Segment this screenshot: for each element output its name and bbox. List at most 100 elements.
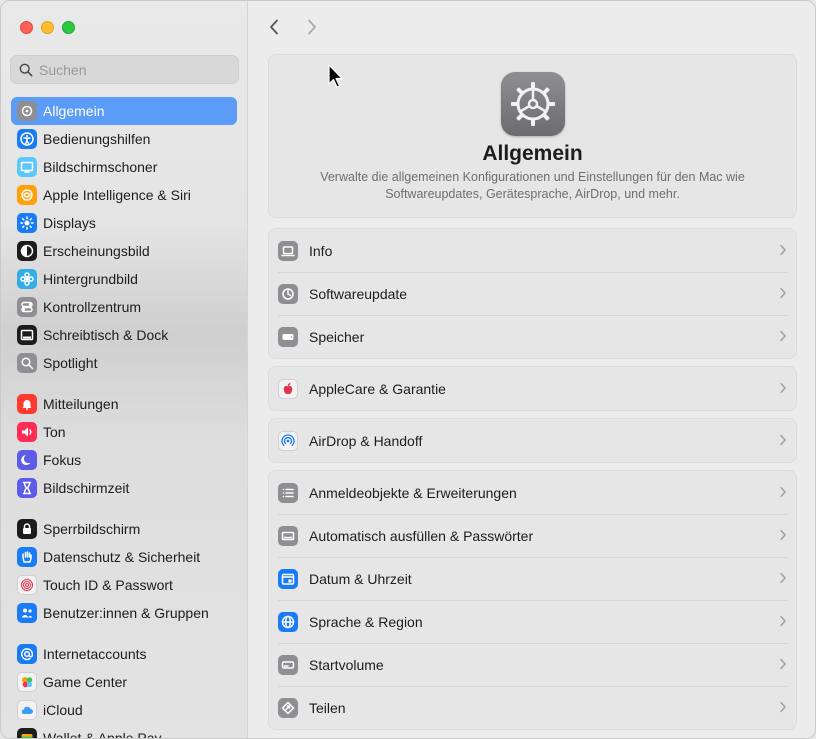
sidebar-item-mitteilungen[interactable]: Mitteilungen — [11, 390, 237, 418]
sidebar-item-game-center[interactable]: Game Center — [11, 668, 237, 696]
sidebar-item-fokus[interactable]: Fokus — [11, 446, 237, 474]
sidebar-item-label: Kontrollzentrum — [43, 299, 142, 315]
search-field[interactable] — [10, 55, 239, 84]
settings-window: Allgemein Bedienungshilfen Bildschirmschon… — [0, 0, 816, 739]
sidebar-item-sperrbildschirm[interactable]: Sperrbildschirm — [11, 515, 237, 543]
settings-row-label: Teilen — [309, 699, 346, 716]
globe-icon — [278, 611, 298, 632]
bell-icon — [17, 394, 37, 414]
calendar-clock-icon — [278, 568, 298, 589]
sidebar-item-schreibtisch-dock[interactable]: Schreibtisch & Dock — [11, 321, 237, 349]
lock-icon — [17, 519, 37, 539]
sidebar-item-ton[interactable]: Ton — [11, 418, 237, 446]
settings-row-startvolume[interactable]: Startvolume — [269, 643, 796, 686]
sidebar-item-label: Displays — [43, 215, 96, 231]
dock-icon — [17, 325, 37, 345]
sidebar-item-label: Touch ID & Passwort — [43, 577, 173, 593]
gear-icon — [500, 72, 565, 136]
sidebar-section-gap — [11, 377, 237, 390]
sidebar-item-apple-intelligence-siri[interactable]: Apple Intelligence & Siri — [11, 181, 237, 209]
chevron-right-icon — [780, 615, 786, 627]
sidebar-item-label: Apple Intelligence & Siri — [43, 187, 191, 203]
settings-row-airdrop-handoff[interactable]: AirDrop & Handoff — [269, 419, 796, 462]
chevron-right-icon — [780, 658, 786, 670]
spotlight-icon — [17, 353, 37, 373]
toolbar — [266, 15, 320, 39]
settings-row-label: AppleCare & Garantie — [309, 380, 446, 397]
chevron-right-icon — [780, 572, 786, 584]
sidebar-item-touch-id-passwort[interactable]: Touch ID & Passwort — [11, 571, 237, 599]
settings-row-speicher[interactable]: Speicher — [269, 315, 796, 358]
sidebar-item-hintergrundbild[interactable]: Hintergrundbild — [11, 265, 237, 293]
search-input[interactable] — [39, 61, 219, 78]
toggles-icon — [17, 297, 37, 317]
settings-row-label: Datum & Uhrzeit — [309, 570, 412, 587]
accessibility-icon — [17, 129, 37, 149]
sidebar-section-gap — [11, 502, 237, 515]
traffic-lights — [20, 21, 75, 34]
hero-panel: Allgemein Verwalte die allgemeinen Konfi… — [268, 54, 797, 218]
sidebar-item-erscheinungsbild[interactable]: Erscheinungsbild — [11, 237, 237, 265]
share-icon — [278, 697, 298, 718]
sidebar-item-label: Datenschutz & Sicherheit — [43, 549, 201, 565]
sidebar-item-label: iCloud — [43, 702, 83, 718]
sidebar-item-label: Bedienungshilfen — [43, 131, 151, 147]
wallet-icon — [17, 728, 37, 738]
sidebar-item-label: Erscheinungsbild — [43, 243, 150, 259]
sidebar-item-label: Benutzer:innen & Gruppen — [43, 605, 209, 621]
main-pane: Allgemein Verwalte die allgemeinen Konfi… — [248, 1, 815, 738]
sidebar-item-label: Spotlight — [43, 355, 98, 371]
settings-row-label: Sprache & Region — [309, 613, 423, 630]
settings-row-softwareupdate[interactable]: Softwareupdate — [269, 272, 796, 315]
settings-row-label: Speicher — [309, 328, 365, 345]
sidebar-item-bildschirmzeit[interactable]: Bildschirmzeit — [11, 474, 237, 502]
zoom-button[interactable] — [62, 21, 75, 34]
sidebar-item-displays[interactable]: Displays — [11, 209, 237, 237]
sidebar-item-spotlight[interactable]: Spotlight — [11, 349, 237, 377]
sun-icon — [17, 213, 37, 233]
sidebar-item-label: Hintergrundbild — [43, 271, 138, 287]
settings-row-sprache-region[interactable]: Sprache & Region — [269, 600, 796, 643]
page-title: Allgemein — [482, 142, 583, 165]
speaker-icon — [17, 422, 37, 442]
settings-row-teilen[interactable]: Teilen — [269, 686, 796, 729]
magnifier-icon — [19, 63, 33, 76]
sidebar-item-kontrollzentrum[interactable]: Kontrollzentrum — [11, 293, 237, 321]
back-button[interactable] — [266, 15, 282, 39]
settings-row-anmeldeobjekte-erweiterungen[interactable]: Anmeldeobjekte & Erweiterungen — [269, 471, 796, 514]
settings-group: Info Softwareupdate Speicher — [268, 228, 797, 359]
game-center-icon — [17, 672, 37, 692]
sidebar-item-allgemein[interactable]: Allgemein — [11, 97, 237, 125]
close-button[interactable] — [20, 21, 33, 34]
minimize-button[interactable] — [41, 21, 54, 34]
keyboard-icon — [278, 525, 298, 546]
gear-icon — [17, 101, 37, 121]
sidebar-item-icloud[interactable]: iCloud — [11, 696, 237, 724]
settings-group: AppleCare & Garantie — [268, 366, 797, 411]
sidebar-item-benutzer-innen-gruppen[interactable]: Benutzer:innen & Gruppen — [11, 599, 237, 627]
settings-row-info[interactable]: Info — [269, 229, 796, 272]
settings-group: AirDrop & Handoff — [268, 418, 797, 463]
sidebar-item-label: Wallet & Apple Pay — [43, 730, 162, 739]
settings-row-datum-uhrzeit[interactable]: Datum & Uhrzeit — [269, 557, 796, 600]
settings-row-automatisch-ausf-llen-passw-rter[interactable]: Automatisch ausfüllen & Passwörter — [269, 514, 796, 557]
sidebar-item-datenschutz-sicherheit[interactable]: Datenschutz & Sicherheit — [11, 543, 237, 571]
fingerprint-icon — [17, 575, 37, 595]
settings-row-applecare-garantie[interactable]: AppleCare & Garantie — [269, 367, 796, 410]
drive-icon — [278, 326, 298, 347]
settings-group: Anmeldeobjekte & Erweiterungen Automatisc… — [268, 470, 797, 730]
sidebar-item-bedienungshilfen[interactable]: Bedienungshilfen — [11, 125, 237, 153]
sidebar-item-label: Bildschirmschoner — [43, 159, 158, 175]
chevron-right-icon — [308, 19, 316, 35]
at-icon — [17, 644, 37, 664]
sidebar-item-bildschirmschoner[interactable]: Bildschirmschoner — [11, 153, 237, 181]
sidebar-item-internetaccounts[interactable]: Internetaccounts — [11, 640, 237, 668]
settings-row-label: Automatisch ausfüllen & Passwörter — [309, 527, 534, 544]
sidebar-item-label: Fokus — [43, 452, 82, 468]
sidebar-item-wallet-apple-pay[interactable]: Wallet & Apple Pay — [11, 724, 237, 739]
forward-button[interactable] — [304, 15, 320, 39]
sidebar-item-label: Ton — [43, 424, 66, 440]
chevron-right-icon — [780, 382, 786, 394]
update-gear-icon — [278, 283, 298, 304]
sidebar: Allgemein Bedienungshilfen Bildschirmschon… — [1, 1, 248, 739]
